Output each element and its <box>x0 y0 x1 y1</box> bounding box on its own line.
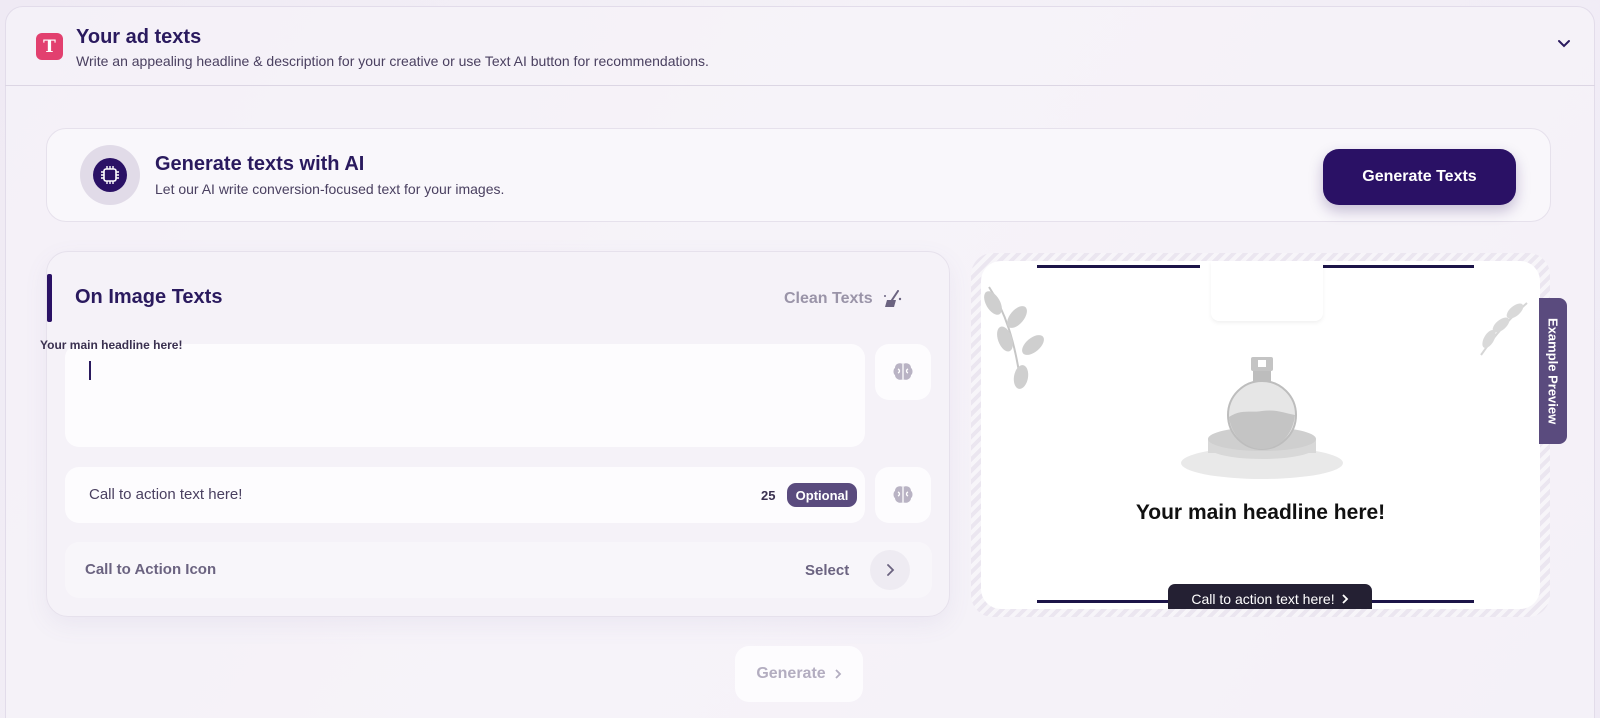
chip-icon <box>101 166 119 184</box>
headline-label: Your main headline here! <box>40 338 183 352</box>
preview-headline: Your main headline here! <box>1135 501 1386 524</box>
preview-canvas: Your main headline here! Call to action … <box>981 261 1540 609</box>
example-preview: Your main headline here! Call to action … <box>971 253 1550 617</box>
preview-cta-button: Call to action text here! <box>1168 584 1372 609</box>
headline-ai-button[interactable] <box>875 344 931 400</box>
section-title: Your ad texts <box>76 26 202 48</box>
brain-icon <box>893 486 913 503</box>
generate-label: Generate <box>756 665 826 682</box>
broom-icon <box>883 290 901 307</box>
cta-icon-label: Call to Action Icon <box>85 561 217 578</box>
select-label[interactable]: Select <box>805 562 849 579</box>
preview-frame-line <box>1037 265 1200 268</box>
perfume-bottle-icon <box>1181 357 1343 479</box>
preview-cta-label: Call to action text here! <box>1191 591 1335 607</box>
preview-frame-line <box>1312 265 1474 268</box>
cta-placeholder: Call to action text here! <box>89 486 243 503</box>
leaf-decoration-icon <box>984 286 1044 389</box>
generate-button[interactable]: Generate <box>735 646 863 702</box>
ai-card-title: Generate texts with AI <box>155 153 365 175</box>
example-preview-label: Example Preview <box>1545 317 1561 425</box>
generate-texts-button[interactable]: Generate Texts <box>1323 149 1516 205</box>
leaf-decoration-icon <box>1480 302 1528 356</box>
chevron-down-icon[interactable] <box>1557 36 1571 50</box>
example-preview-tab[interactable]: Example Preview <box>1539 298 1567 444</box>
clean-texts-button[interactable]: Clean Texts <box>784 290 903 308</box>
brain-icon <box>893 363 913 380</box>
optional-badge: Optional <box>787 483 857 507</box>
text-caret <box>89 361 91 380</box>
headline-input[interactable] <box>65 344 865 447</box>
on-image-texts-title: On Image Texts <box>75 286 223 308</box>
ai-brain-logo <box>80 145 140 205</box>
cta-icon-selector[interactable]: Call to Action Icon Select <box>65 542 932 598</box>
text-badge-icon: T <box>36 33 63 60</box>
clean-texts-label: Clean Texts <box>784 290 873 307</box>
section-subtitle: Write an appealing headline & descriptio… <box>76 53 709 69</box>
chevron-right-icon[interactable] <box>870 550 910 590</box>
chevron-right-icon <box>835 669 841 679</box>
chevron-right-icon <box>1341 594 1348 604</box>
cta-char-count: 25 <box>761 488 776 503</box>
ai-card-subtitle: Let our AI write conversion-focused text… <box>155 181 505 197</box>
accent-bar <box>47 274 52 322</box>
cta-input[interactable]: Call to action text here! 25 Optional <box>65 467 865 523</box>
on-image-texts-card: On Image Texts Clean Texts Call to actio… <box>46 251 950 617</box>
ai-generate-card: Generate texts with AI Let our AI write … <box>46 128 1551 222</box>
cta-ai-button[interactable] <box>875 467 931 523</box>
preview-logo-placeholder <box>1211 261 1323 321</box>
ad-texts-header[interactable]: T Your ad texts Write an appealing headl… <box>5 6 1595 86</box>
